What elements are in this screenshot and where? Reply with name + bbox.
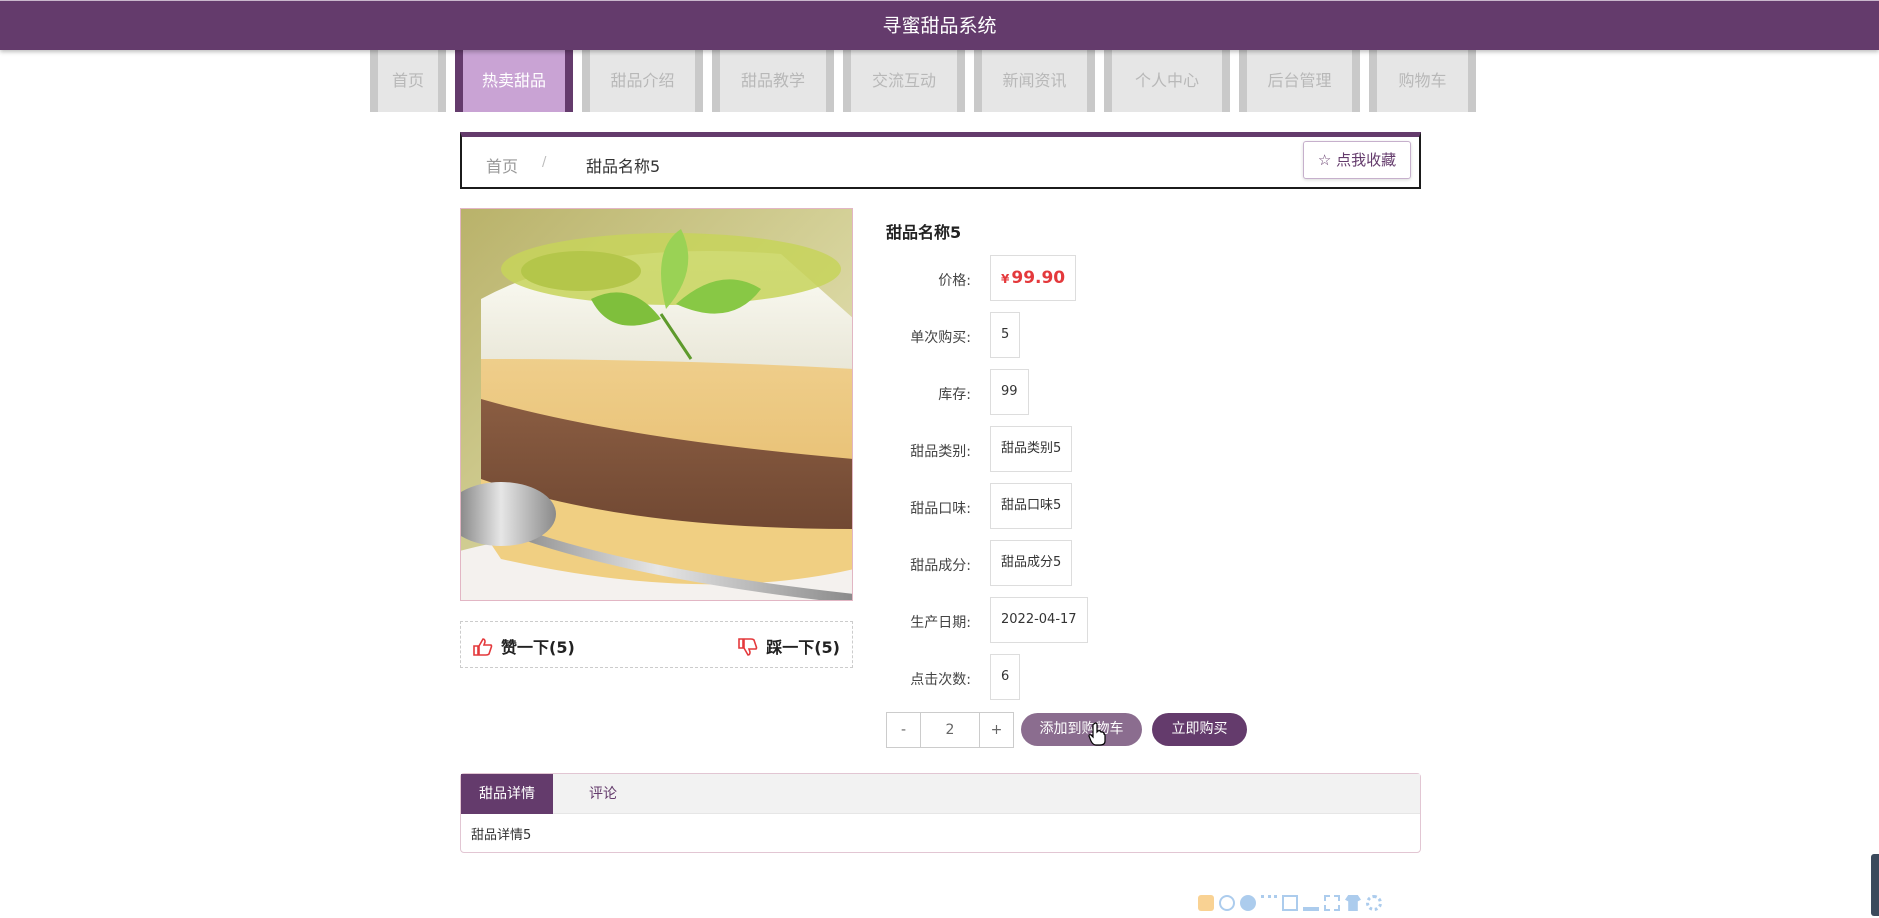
favorite-button[interactable]: ☆ 点我收藏 (1303, 141, 1411, 179)
field-value-6: 6 (990, 654, 1021, 700)
nav-item-6[interactable]: 个人中心 (1104, 50, 1230, 112)
tab-comments[interactable]: 评论 (553, 774, 653, 814)
tab-content: 甜品详情5 (471, 828, 532, 843)
app-header: 寻蜜甜品系统 (0, 0, 1879, 50)
quantity-stepper: - 2 + (886, 712, 1014, 748)
breadcrumb-separator: / (542, 155, 547, 170)
buy-now-button[interactable]: 立即购买 (1152, 713, 1247, 746)
product-name: 甜品名称5 (886, 223, 962, 242)
keyboard-icon (1282, 895, 1298, 911)
price-amount: 99.90 (1011, 268, 1066, 288)
field-label-2: 甜品类别: (910, 444, 971, 460)
person-icon (1303, 895, 1319, 911)
ime-mode-icon (1219, 895, 1235, 911)
ime-logo-icon (1198, 895, 1214, 911)
shirt-icon (1345, 895, 1361, 911)
thumbs-up-icon (473, 638, 493, 656)
moon-icon (1240, 895, 1256, 911)
field-label-1: 库存: (938, 387, 971, 403)
price-label: 价格: (938, 273, 971, 289)
dots-icon (1261, 895, 1277, 911)
scrollbar-handle[interactable] (1871, 854, 1879, 916)
tab-header: 甜品详情 评论 (461, 774, 1420, 814)
price-value: ¥99.90 (990, 255, 1077, 301)
quantity-increase-button[interactable]: + (980, 713, 1013, 747)
nav-item-0[interactable]: 首页 (370, 50, 446, 112)
dislike-button[interactable]: 踩一下(5) (738, 634, 840, 658)
nav-item-3[interactable]: 甜品教学 (712, 50, 834, 112)
ime-toolbar (1198, 895, 1382, 911)
field-label-3: 甜品口味: (910, 501, 971, 517)
product-image (460, 208, 853, 601)
field-label-5: 生产日期: (910, 615, 971, 631)
thumbs-down-icon (738, 638, 758, 656)
favorite-label: 点我收藏 (1336, 151, 1397, 169)
field-value-0: 5 (990, 312, 1021, 358)
breadcrumb: 首页 / 甜品名称5 ☆ 点我收藏 (460, 132, 1421, 189)
main-nav: 首页 热卖甜品 甜品介绍 甜品教学 交流互动 新闻资讯 个人中心 后台管理 购物车 (370, 50, 1485, 112)
nav-item-2[interactable]: 甜品介绍 (582, 50, 703, 112)
nav-item-7[interactable]: 后台管理 (1239, 50, 1360, 112)
field-label-6: 点击次数: (910, 672, 971, 688)
field-value-2: 甜品类别5 (990, 426, 1073, 472)
gear-icon (1366, 895, 1382, 911)
grid-icon (1324, 895, 1340, 911)
nav-item-4[interactable]: 交流互动 (843, 50, 965, 112)
field-value-3: 甜品口味5 (990, 483, 1073, 529)
field-value-5: 2022-04-17 (990, 597, 1088, 643)
like-label: 赞一下(5) (501, 638, 575, 657)
field-value-4: 甜品成分5 (990, 540, 1073, 586)
nav-item-1[interactable]: 热卖甜品 (455, 50, 573, 112)
app-title: 寻蜜甜品系统 (882, 15, 997, 37)
dislike-label: 踩一下(5) (766, 638, 840, 657)
tab-product-detail[interactable]: 甜品详情 (461, 774, 553, 814)
star-icon: ☆ (1317, 151, 1332, 169)
quantity-input[interactable]: 2 (920, 713, 980, 747)
nav-item-8[interactable]: 购物车 (1369, 50, 1476, 112)
breadcrumb-home-link[interactable]: 首页 (486, 153, 518, 177)
breadcrumb-current: 甜品名称5 (586, 157, 661, 176)
quantity-decrease-button[interactable]: - (887, 713, 920, 747)
field-label-0: 单次购买: (910, 330, 971, 346)
product-tabs: 甜品详情 评论 甜品详情5 (460, 773, 1421, 853)
field-value-1: 99 (990, 369, 1029, 415)
field-label-4: 甜品成分: (910, 558, 971, 574)
vote-bar: 赞一下(5) 踩一下(5) (460, 621, 853, 668)
currency-symbol: ¥ (1001, 272, 1010, 286)
add-to-cart-button[interactable]: 添加到购物车 (1021, 713, 1142, 746)
hand-cursor-icon (1088, 722, 1106, 746)
nav-item-5[interactable]: 新闻资讯 (974, 50, 1095, 112)
like-button[interactable]: 赞一下(5) (473, 634, 575, 658)
